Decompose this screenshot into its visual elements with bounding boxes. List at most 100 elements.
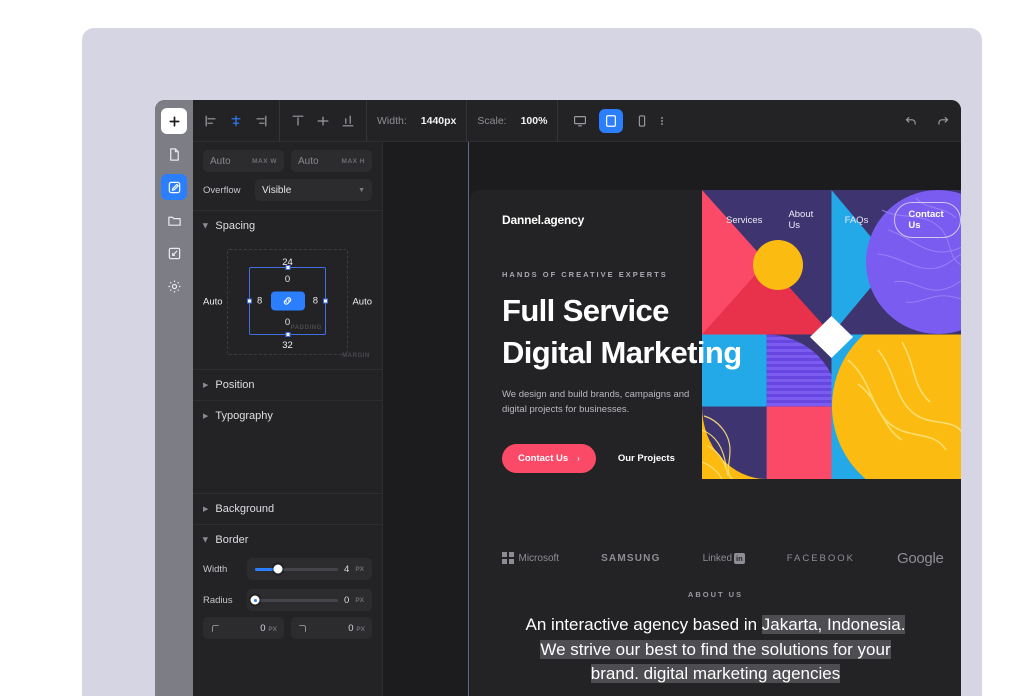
align-center-icon[interactable] — [228, 113, 244, 129]
phone-icon — [635, 114, 649, 128]
assets-button[interactable] — [161, 207, 187, 233]
border-section-header[interactable]: ▶ Border — [193, 525, 382, 555]
width-label: Width: — [377, 115, 407, 127]
align-middle-icon[interactable] — [315, 113, 331, 129]
section-spacing: ▶ Spacing 24 32 Auto Auto MARGIN — [193, 210, 382, 361]
screenshot-root: Width: 1440px Scale: 100% — [0, 0, 1024, 696]
background-section-header[interactable]: ▶ Background — [193, 494, 382, 524]
linkedin-logo-text: Linked — [703, 553, 732, 564]
hero-title-line-2: Digital Marketing — [502, 332, 961, 374]
border-width-track[interactable] — [255, 568, 338, 571]
border-radius-knob[interactable] — [251, 596, 260, 605]
component-icon — [167, 246, 182, 261]
spacing-section-header[interactable]: ▶ Spacing — [193, 211, 382, 241]
mobile-device-button[interactable] — [630, 109, 654, 133]
scale-value: 100% — [521, 115, 548, 127]
position-title: Position — [215, 379, 254, 391]
align-left-icon[interactable] — [203, 113, 219, 129]
spacing-widget[interactable]: 24 32 Auto Auto MARGIN — [203, 243, 372, 361]
link-icon — [281, 295, 294, 308]
max-width-field[interactable]: Auto MAX W — [203, 150, 284, 172]
padding-box-outline: 0 0 8 8 PADDING — [249, 267, 326, 335]
max-height-field[interactable]: Auto MAX H — [291, 150, 372, 172]
margin-right-value[interactable]: Auto — [352, 297, 372, 308]
overflow-select[interactable]: Visible ▼ — [255, 179, 372, 201]
align-vertical-group — [280, 100, 366, 141]
padding-bottom-handle[interactable] — [285, 332, 290, 337]
background-title: Background — [215, 503, 274, 515]
pages-button[interactable] — [161, 141, 187, 167]
components-button[interactable] — [161, 240, 187, 266]
google-logo: Google — [897, 550, 944, 567]
top-toolbar: Width: 1440px Scale: 100% — [193, 100, 961, 142]
add-button[interactable] — [161, 108, 187, 134]
microsoft-logo: Microsoft — [502, 552, 559, 564]
canvas[interactable]: Dannel.agency Services About Us FAQs Con… — [383, 142, 961, 696]
padding-top-handle[interactable] — [285, 265, 290, 270]
corner-top-right-unit: PX — [356, 626, 365, 633]
padding-right-value[interactable]: 8 — [313, 296, 318, 307]
section-typography: ▶ Typography — [193, 400, 382, 493]
overflow-row: Overflow Visible ▼ — [193, 172, 382, 210]
corner-top-right-field[interactable]: 0 PX — [291, 617, 372, 639]
hero-subtitle: We design and build brands, campaigns an… — [502, 387, 961, 418]
max-width-value: Auto — [210, 156, 231, 167]
settings-button[interactable] — [161, 273, 187, 299]
border-radius-track[interactable] — [255, 599, 338, 602]
linkedin-logo: Linked in — [703, 553, 745, 564]
site-brand[interactable]: Dannel.agency — [502, 213, 584, 227]
website-preview[interactable]: Dannel.agency Services About Us FAQs Con… — [470, 190, 961, 696]
hero-contact-us-button[interactable]: Contact Us › — [502, 444, 596, 473]
folder-icon — [167, 213, 182, 228]
client-logos: Microsoft SAMSUNG Linked in FACEBOOK Goo… — [470, 537, 961, 579]
margin-bottom-value[interactable]: 32 — [282, 340, 293, 351]
edit-button[interactable] — [161, 174, 187, 200]
padding-left-handle[interactable] — [247, 299, 252, 304]
nav-link-services[interactable]: Services — [726, 215, 762, 226]
hero-our-projects-button[interactable]: Our Projects — [618, 453, 675, 464]
microsoft-logo-text: Microsoft — [519, 553, 560, 564]
border-radius-value: 0 — [344, 595, 349, 606]
section-border: ▶ Border Width 4 PX — [193, 524, 382, 639]
align-top-icon[interactable] — [290, 113, 306, 129]
border-width-knob[interactable] — [274, 565, 283, 574]
margin-tag: MARGIN — [342, 353, 370, 359]
margin-left-value[interactable]: Auto — [203, 297, 223, 308]
border-width-row: Width 4 PX — [193, 555, 382, 586]
redo-icon[interactable] — [935, 113, 951, 129]
more-options-icon[interactable] — [661, 117, 663, 125]
link-padding-button[interactable] — [271, 292, 305, 311]
width-value: 1440px — [421, 115, 457, 127]
undo-icon[interactable] — [903, 113, 919, 129]
border-width-slider[interactable]: 4 PX — [247, 558, 372, 580]
nav-link-faqs[interactable]: FAQs — [845, 215, 869, 226]
icon-rail — [155, 100, 193, 696]
typography-section-header[interactable]: ▶ Typography — [193, 401, 382, 431]
width-field[interactable]: Width: 1440px — [367, 100, 466, 141]
padding-top-value[interactable]: 0 — [285, 274, 290, 285]
tablet-device-button[interactable] — [599, 109, 623, 133]
desktop-device-button[interactable] — [568, 109, 592, 133]
border-radius-slider[interactable]: 0 PX — [247, 589, 372, 611]
about-text-selected-3: brand. digital marketing agencies — [591, 664, 840, 683]
spacing-title: Spacing — [215, 220, 255, 232]
about-heading[interactable]: An interactive agency based in Jakarta, … — [470, 613, 961, 687]
align-right-icon[interactable] — [253, 113, 269, 129]
samsung-logo: SAMSUNG — [601, 553, 661, 564]
tablet-icon — [604, 114, 618, 128]
section-background: ▶ Background — [193, 493, 382, 524]
padding-right-handle[interactable] — [323, 299, 328, 304]
nav-link-about-us[interactable]: About Us — [788, 209, 818, 231]
padding-bottom-value[interactable]: 0 — [285, 317, 290, 328]
corner-top-left-field[interactable]: 0 PX — [203, 617, 284, 639]
border-width-value: 4 — [344, 564, 349, 575]
nav-contact-us-button[interactable]: Contact Us — [894, 202, 961, 238]
chevron-down-icon: ▼ — [358, 187, 365, 194]
gear-icon — [167, 279, 182, 294]
scale-field[interactable]: Scale: 100% — [467, 100, 557, 141]
size-fields-row: Auto MAX W Auto MAX H — [193, 142, 382, 172]
padding-left-value[interactable]: 8 — [257, 296, 262, 307]
chevron-right-icon: ▶ — [203, 505, 208, 513]
position-section-header[interactable]: ▶ Position — [193, 370, 382, 400]
align-bottom-icon[interactable] — [340, 113, 356, 129]
